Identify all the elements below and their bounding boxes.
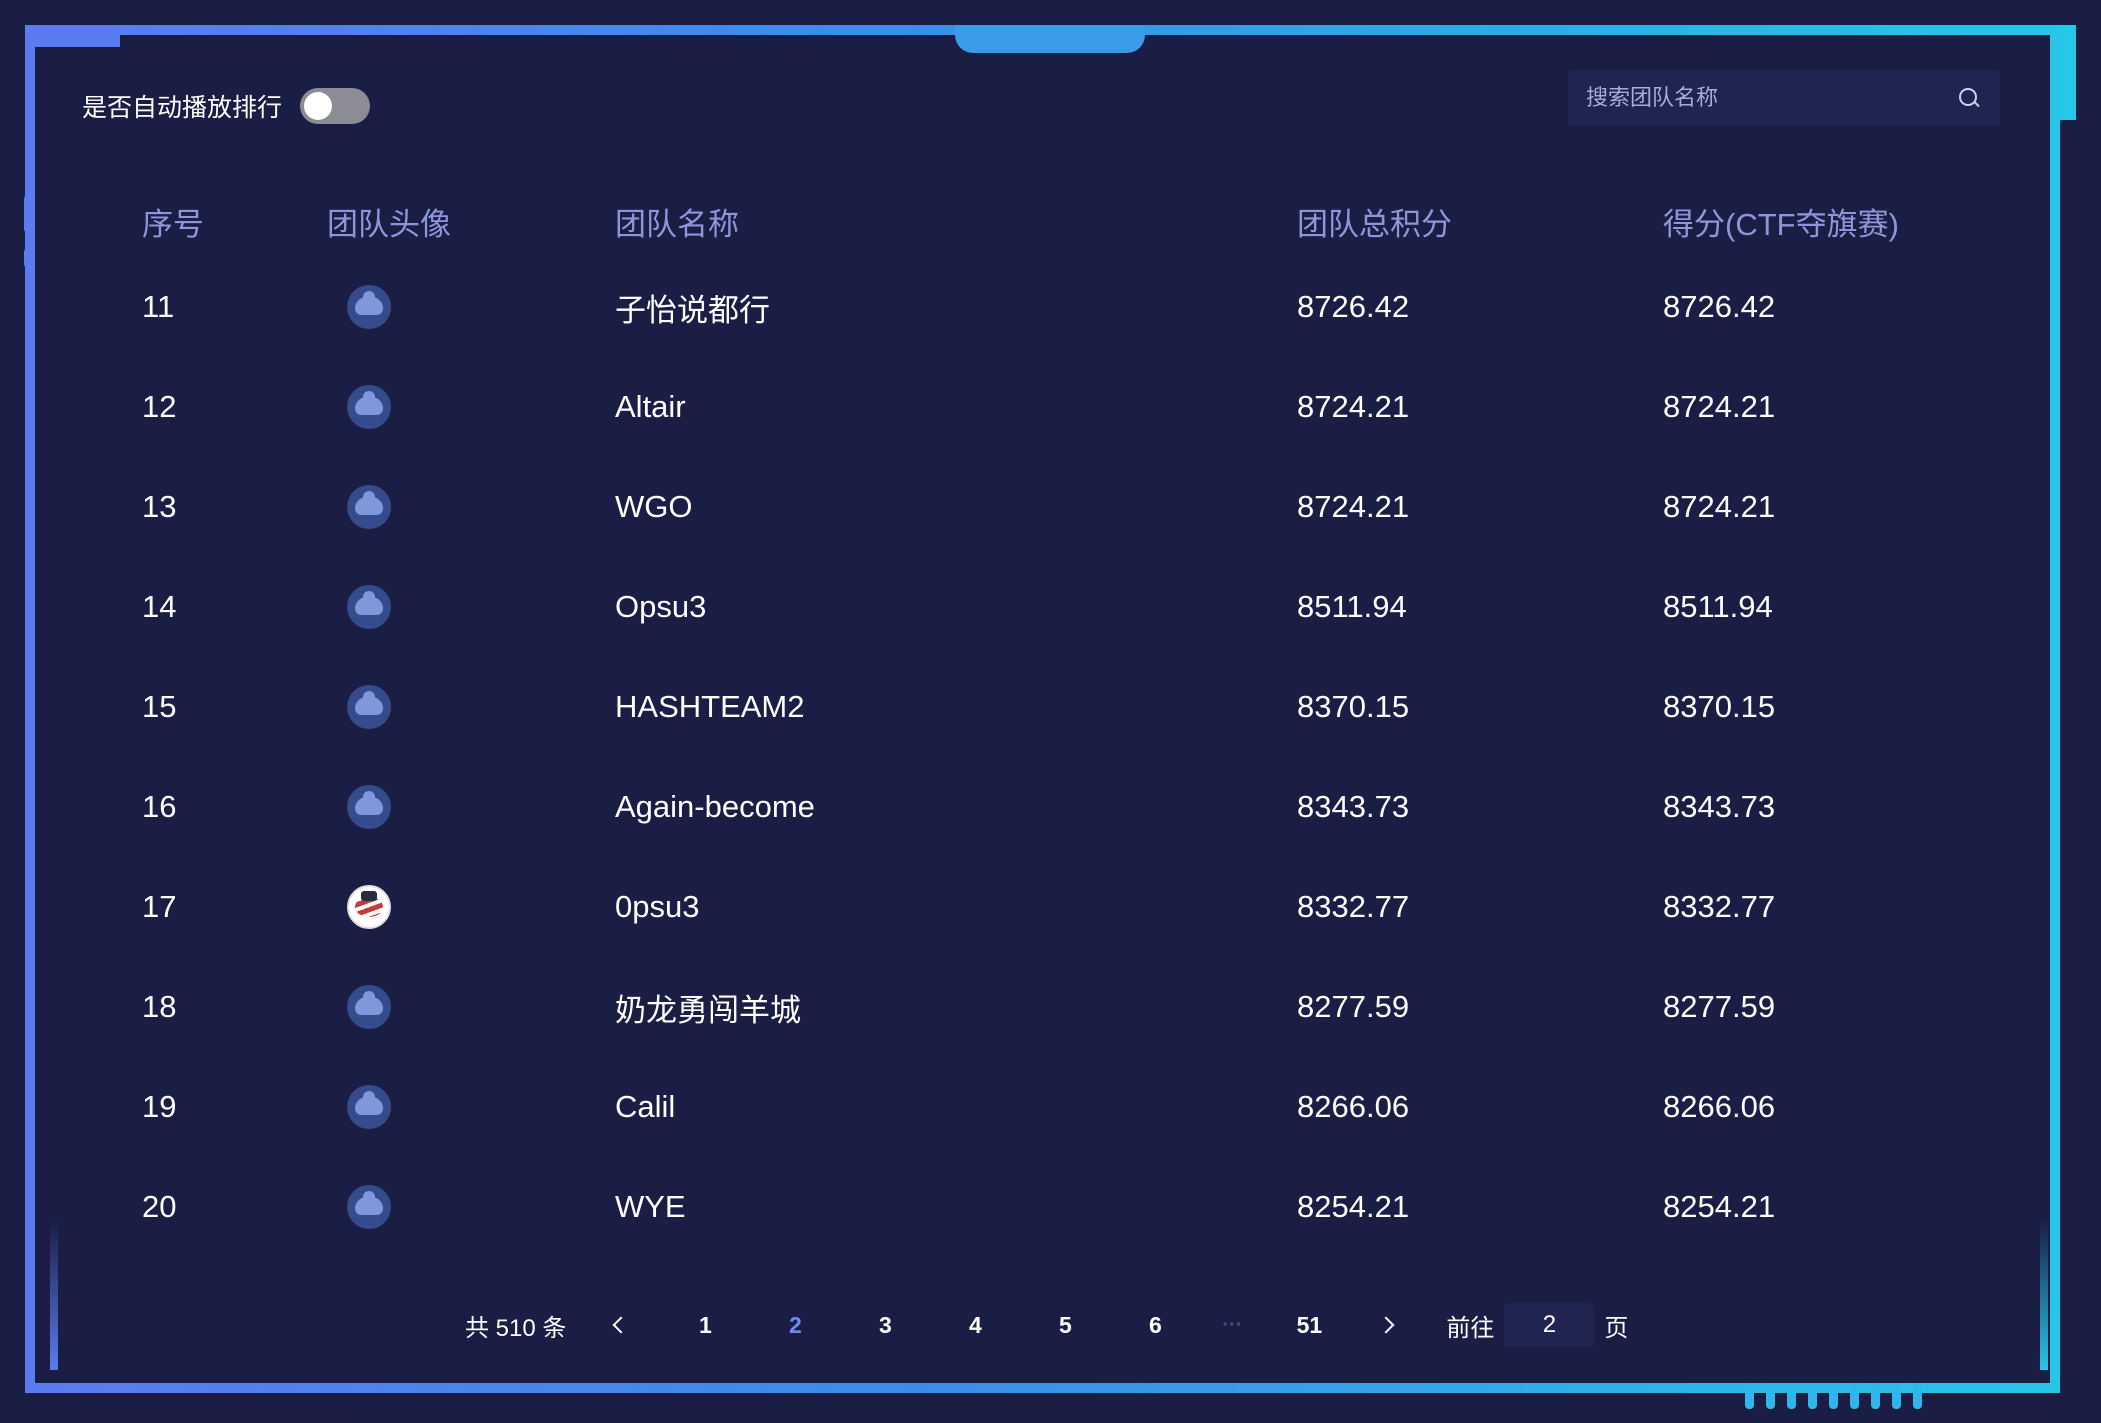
header-team-name: 团队名称 <box>615 206 739 242</box>
table-header: 序号 团队头像 团队名称 团队总积分 得分(CTF夺旗赛) <box>112 185 1992 257</box>
total-score-cell: 8724.21 <box>1297 489 1410 524</box>
badge-team-icon <box>347 885 391 929</box>
default-team-icon <box>347 585 391 629</box>
team-name-cell: Altair <box>615 389 686 424</box>
team-name-cell: Calil <box>615 1089 676 1124</box>
ctf-score-cell: 8724.21 <box>1663 389 1776 424</box>
ctf-score-cell: 8724.21 <box>1663 489 1776 524</box>
header-avatar: 团队头像 <box>327 206 451 242</box>
rank-cell: 19 <box>142 1089 177 1124</box>
team-name-cell: HASHTEAM2 <box>615 689 805 724</box>
pagination: 共 510 条 1 2 3 4 5 6 ··· 51 前往 2 页 <box>465 1303 1629 1347</box>
total-score-cell: 8277.59 <box>1297 989 1410 1024</box>
default-team-icon <box>347 1185 391 1229</box>
total-score-cell: 8266.06 <box>1297 1089 1410 1124</box>
frame-corner-tab <box>25 25 120 47</box>
table-row: 14 Opsu3 8511.94 8511.94 <box>112 557 1992 657</box>
default-team-icon <box>347 1085 391 1129</box>
search-input[interactable] <box>1568 84 1958 112</box>
ctf-score-cell: 8277.59 <box>1663 989 1776 1024</box>
table-row: 20 WYE 8254.21 8254.21 <box>112 1157 1992 1257</box>
total-score-cell: 8724.21 <box>1297 389 1410 424</box>
header-ctf-score: 得分(CTF夺旗赛) <box>1663 206 1899 242</box>
table-row: 17 0psu3 8332.77 8332.77 <box>112 857 1992 957</box>
team-name-cell: 0psu3 <box>615 889 700 924</box>
autoplay-control: 是否自动播放排行 <box>82 88 371 124</box>
rank-cell: 13 <box>142 489 177 524</box>
ctf-score-cell: 8511.94 <box>1663 589 1773 624</box>
search-icon[interactable] <box>1958 87 1980 109</box>
header-rank: 序号 <box>142 206 204 242</box>
default-team-icon <box>347 785 391 829</box>
rank-cell: 15 <box>142 689 177 724</box>
table-row: 13 WGO 8724.21 8724.21 <box>112 457 1992 557</box>
toggle-knob <box>304 92 333 120</box>
table-row: 18 奶龙勇闯羊城 8277.59 8277.59 <box>112 957 1992 1057</box>
goto-suffix: 页 <box>1604 1314 1629 1342</box>
autoplay-toggle[interactable] <box>300 88 371 124</box>
table-row: 19 Calil 8266.06 8266.06 <box>112 1057 1992 1157</box>
rank-cell: 14 <box>142 589 177 624</box>
page-2-button[interactable]: 2 <box>750 1312 840 1339</box>
total-score-cell: 8254.21 <box>1297 1189 1410 1224</box>
rank-cell: 18 <box>142 989 177 1024</box>
page-4-button[interactable]: 4 <box>930 1312 1020 1339</box>
table-row: 15 HASHTEAM2 8370.15 8370.15 <box>112 657 1992 757</box>
frame-glow-left <box>50 1220 58 1370</box>
frame-bottom-ticks <box>1745 1383 1922 1409</box>
default-team-icon <box>347 285 391 329</box>
frame-top-notch <box>955 25 1145 53</box>
next-page-icon[interactable] <box>1368 1305 1408 1345</box>
goto-prefix: 前往 <box>1446 1314 1495 1342</box>
goto-page-input[interactable]: 2 <box>1504 1303 1595 1347</box>
page-3-button[interactable]: 3 <box>840 1312 930 1339</box>
team-name-cell: Opsu3 <box>615 589 707 624</box>
total-score-cell: 8332.77 <box>1297 889 1410 924</box>
team-name-cell: 奶龙勇闯羊城 <box>615 992 801 1028</box>
ctf-score-cell: 8726.42 <box>1663 289 1776 324</box>
team-name-cell: Again-become <box>615 789 815 824</box>
header-total-score: 团队总积分 <box>1297 206 1452 242</box>
ctf-score-cell: 8343.73 <box>1663 789 1776 824</box>
page-last-button[interactable]: 51 <box>1264 1312 1354 1339</box>
default-team-icon <box>347 485 391 529</box>
default-team-icon <box>347 385 391 429</box>
team-name-cell: WGO <box>615 489 693 524</box>
ctf-score-cell: 8332.77 <box>1663 889 1776 924</box>
page-6-button[interactable]: 6 <box>1110 1312 1200 1339</box>
team-search <box>1568 70 2000 126</box>
table-row: 12 Altair 8724.21 8724.21 <box>112 357 1992 457</box>
ctf-score-cell: 8254.21 <box>1663 1189 1776 1224</box>
rank-cell: 12 <box>142 389 177 424</box>
rank-cell: 16 <box>142 789 177 824</box>
ctf-score-cell: 8370.15 <box>1663 689 1776 724</box>
rank-cell: 11 <box>142 289 175 324</box>
prev-page-icon[interactable] <box>600 1305 640 1345</box>
total-score-cell: 8370.15 <box>1297 689 1410 724</box>
team-name-cell: 子怡说都行 <box>615 292 770 328</box>
total-score-cell: 8726.42 <box>1297 289 1410 324</box>
frame-glow-right <box>2040 1220 2048 1370</box>
team-name-cell: WYE <box>615 1189 686 1224</box>
more-pages-button[interactable]: ··· <box>1200 1314 1264 1337</box>
total-count: 共 510 条 <box>465 1314 567 1342</box>
ranking-table: 序号 团队头像 团队名称 团队总积分 得分(CTF夺旗赛) 11 子怡说都行 8… <box>112 185 1992 1257</box>
page-5-button[interactable]: 5 <box>1020 1312 1110 1339</box>
autoplay-label: 是否自动播放排行 <box>82 94 283 122</box>
total-score-cell: 8511.94 <box>1297 589 1407 624</box>
default-team-icon <box>347 985 391 1029</box>
ctf-score-cell: 8266.06 <box>1663 1089 1776 1124</box>
frame-right-bar <box>2060 25 2076 120</box>
total-score-cell: 8343.73 <box>1297 789 1410 824</box>
table-row: 16 Again-become 8343.73 8343.73 <box>112 757 1992 857</box>
table-row: 11 子怡说都行 8726.42 8726.42 <box>112 257 1992 357</box>
rank-cell: 17 <box>142 889 177 924</box>
default-team-icon <box>347 685 391 729</box>
page-1-button[interactable]: 1 <box>660 1312 750 1339</box>
rank-cell: 20 <box>142 1189 177 1224</box>
